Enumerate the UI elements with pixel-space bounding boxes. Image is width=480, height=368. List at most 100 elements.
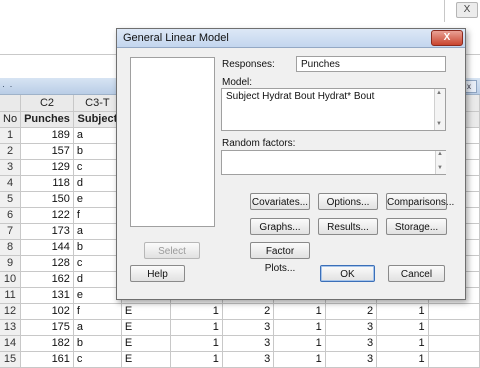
subject-cell[interactable]: b <box>73 335 122 352</box>
covariates-button[interactable]: Covariates... <box>250 193 310 210</box>
punches-cell[interactable]: 162 <box>20 271 74 288</box>
factor-plots-button[interactable]: Factor Plots... <box>250 242 310 274</box>
storage-button[interactable]: Storage... <box>386 218 447 235</box>
responses-input[interactable]: Punches <box>296 56 446 72</box>
data-cell[interactable]: 1 <box>273 335 326 352</box>
cancel-button[interactable]: Cancel <box>388 265 445 282</box>
punches-cell[interactable]: 102 <box>20 303 74 320</box>
data-cell[interactable]: 3 <box>222 319 275 336</box>
column-header[interactable]: C3-T <box>73 95 122 112</box>
data-cell[interactable]: 1 <box>273 319 326 336</box>
data-cell[interactable]: 1 <box>170 319 223 336</box>
punches-cell[interactable]: 161 <box>20 351 74 368</box>
variable-list[interactable] <box>130 57 215 227</box>
row-number-cell[interactable]: 4 <box>0 175 22 192</box>
options-button[interactable]: Options... <box>318 193 378 210</box>
random-factors-input[interactable] <box>221 150 446 175</box>
graphs-button[interactable]: Graphs... <box>250 218 310 235</box>
subject-cell[interactable]: a <box>73 223 122 240</box>
data-cell[interactable]: 1 <box>376 351 429 368</box>
corner-cell[interactable] <box>0 95 22 112</box>
data-cell[interactable]: E <box>121 351 172 368</box>
subject-cell[interactable]: a <box>73 127 122 144</box>
data-cell[interactable] <box>428 319 480 336</box>
subject-cell[interactable]: e <box>73 191 122 208</box>
scroll-down-icon[interactable]: ▼ <box>436 121 442 127</box>
subject-cell[interactable]: b <box>73 239 122 256</box>
row-number-cell[interactable]: 9 <box>0 255 22 272</box>
data-cell[interactable]: 1 <box>376 335 429 352</box>
data-cell[interactable]: 1 <box>170 351 223 368</box>
row-number-cell[interactable]: 15 <box>0 351 22 368</box>
subject-cell[interactable]: c <box>73 351 122 368</box>
punches-cell[interactable]: 173 <box>20 223 74 240</box>
subject-cell[interactable]: b <box>73 143 122 160</box>
row-number-cell[interactable]: 8 <box>0 239 22 256</box>
subject-cell[interactable]: c <box>73 159 122 176</box>
column-name-cell[interactable]: Subject <box>73 111 122 128</box>
subject-cell[interactable]: d <box>73 175 122 192</box>
column-name-cell[interactable]: Punches <box>20 111 74 128</box>
column-name-cell[interactable]: No <box>0 111 22 128</box>
row-number-cell[interactable]: 2 <box>0 143 22 160</box>
row-number-cell[interactable]: 14 <box>0 335 22 352</box>
data-cell[interactable]: 3 <box>325 319 378 336</box>
data-cell[interactable]: 3 <box>325 335 378 352</box>
data-cell[interactable]: 2 <box>222 303 275 320</box>
punches-cell[interactable]: 175 <box>20 319 74 336</box>
punches-cell[interactable]: 131 <box>20 287 74 304</box>
help-button[interactable]: Help <box>130 265 185 282</box>
comparisons-button[interactable]: Comparisons... <box>386 193 454 210</box>
data-cell[interactable]: E <box>121 303 172 320</box>
row-number-cell[interactable]: 7 <box>0 223 22 240</box>
data-cell[interactable]: 2 <box>325 303 378 320</box>
top-close-button[interactable]: X <box>456 2 478 18</box>
data-cell[interactable]: E <box>121 319 172 336</box>
data-cell[interactable]: 1 <box>273 351 326 368</box>
subject-cell[interactable]: f <box>73 303 122 320</box>
row-number-cell[interactable]: 13 <box>0 319 22 336</box>
scroll-up-icon[interactable]: ▲ <box>436 90 442 96</box>
row-number-cell[interactable]: 1 <box>0 127 22 144</box>
punches-cell[interactable]: 118 <box>20 175 74 192</box>
punches-cell[interactable]: 189 <box>20 127 74 144</box>
row-number-cell[interactable]: 6 <box>0 207 22 224</box>
scroll-up-icon[interactable]: ▲ <box>437 151 443 157</box>
data-cell[interactable]: 1 <box>170 335 223 352</box>
subject-cell[interactable]: c <box>73 255 122 272</box>
punches-cell[interactable]: 144 <box>20 239 74 256</box>
data-cell[interactable] <box>428 303 480 320</box>
data-cell[interactable]: 1 <box>376 303 429 320</box>
data-cell[interactable]: 1 <box>273 303 326 320</box>
column-header[interactable]: C2 <box>20 95 74 112</box>
results-button[interactable]: Results... <box>318 218 378 235</box>
row-number-cell[interactable]: 12 <box>0 303 22 320</box>
data-cell[interactable]: E <box>121 335 172 352</box>
punches-cell[interactable]: 150 <box>20 191 74 208</box>
model-textarea[interactable]: Subject Hydrat Bout Hydrat* Bout ▲ ▼ <box>221 88 446 131</box>
data-cell[interactable]: 1 <box>170 303 223 320</box>
row-number-cell[interactable]: 3 <box>0 159 22 176</box>
row-number-cell[interactable]: 11 <box>0 287 22 304</box>
data-cell[interactable]: 1 <box>376 319 429 336</box>
data-cell[interactable] <box>428 335 480 352</box>
model-scrollbar[interactable]: ▲ ▼ <box>434 89 445 130</box>
punches-cell[interactable]: 157 <box>20 143 74 160</box>
punches-cell[interactable]: 122 <box>20 207 74 224</box>
ok-button[interactable]: OK <box>320 265 375 282</box>
row-number-cell[interactable]: 10 <box>0 271 22 288</box>
punches-cell[interactable]: 182 <box>20 335 74 352</box>
data-cell[interactable]: 3 <box>222 351 275 368</box>
data-cell[interactable] <box>428 351 480 368</box>
dialog-close-button[interactable]: X <box>431 30 463 46</box>
random-scrollbar[interactable]: ▲ ▼ <box>435 151 446 174</box>
punches-cell[interactable]: 129 <box>20 159 74 176</box>
subject-cell[interactable]: e <box>73 287 122 304</box>
subject-cell[interactable]: a <box>73 319 122 336</box>
subject-cell[interactable]: f <box>73 207 122 224</box>
data-cell[interactable]: 3 <box>222 335 275 352</box>
row-number-cell[interactable]: 5 <box>0 191 22 208</box>
subject-cell[interactable]: d <box>73 271 122 288</box>
punches-cell[interactable]: 128 <box>20 255 74 272</box>
window-menu-dots[interactable]: · · <box>2 81 14 91</box>
